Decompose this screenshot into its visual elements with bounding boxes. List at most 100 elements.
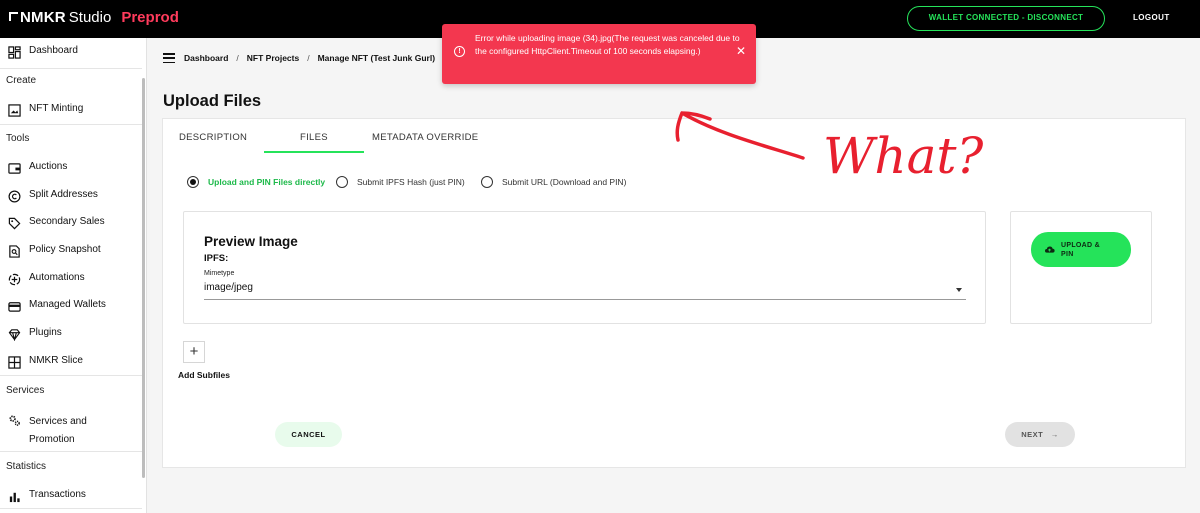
radio-selected-icon[interactable] bbox=[187, 176, 199, 188]
tab-metadata-override[interactable]: METADATA OVERRIDE bbox=[372, 132, 478, 143]
page-title: Upload Files bbox=[163, 92, 262, 110]
close-icon[interactable]: ✕ bbox=[736, 45, 746, 58]
sidebar-item-dashboard[interactable]: Dashboard bbox=[0, 45, 140, 59]
tab-description[interactable]: DESCRIPTION bbox=[179, 132, 247, 143]
radio-label: Submit URL (Download and PIN) bbox=[502, 177, 627, 187]
upload-label-line2: PIN bbox=[1061, 250, 1074, 258]
dropdown-caret-icon bbox=[956, 288, 962, 292]
wallet-disconnect-button[interactable]: WALLET CONNECTED - DISCONNECT bbox=[907, 6, 1105, 31]
upload-label-line1: UPLOAD & bbox=[1061, 241, 1100, 249]
upload-button-label: UPLOAD & PIN bbox=[1061, 241, 1100, 259]
radio-submit-url[interactable]: Submit URL (Download and PIN) bbox=[481, 176, 626, 188]
automation-icon bbox=[7, 272, 21, 286]
radio-submit-ipfs-hash[interactable]: Submit IPFS Hash (just PIN) bbox=[336, 176, 465, 188]
sidebar-item-label: Dashboard bbox=[29, 45, 78, 56]
sidebar-item-label: Transactions bbox=[29, 489, 86, 500]
breadcrumb-separator: / bbox=[236, 53, 239, 63]
sidebar-item-managed-wallets[interactable]: Managed Wallets bbox=[0, 299, 140, 313]
breadcrumb: Dashboard / NFT Projects / Manage NFT (T… bbox=[163, 53, 435, 63]
annotation-text: What? bbox=[823, 127, 984, 185]
copyright-icon bbox=[7, 189, 21, 203]
preview-title: Preview Image bbox=[204, 234, 298, 249]
sidebar-item-automations[interactable]: Automations bbox=[0, 272, 140, 286]
brand-name: NMKR bbox=[20, 9, 66, 26]
radio-upload-and-pin[interactable]: Upload and PIN Files directly bbox=[187, 176, 325, 188]
sidebar-item-secondary-sales[interactable]: Secondary Sales bbox=[0, 216, 140, 230]
cloud-upload-icon bbox=[1044, 246, 1055, 253]
radio-label: Submit IPFS Hash (just PIN) bbox=[357, 177, 465, 187]
mimetype-label: Mimetype bbox=[204, 270, 235, 277]
error-icon: ! bbox=[454, 46, 465, 57]
services-label-line2: Promotion bbox=[29, 434, 75, 445]
error-toast: ! Error while uploading image (34).jpg(T… bbox=[442, 24, 756, 84]
upload-and-pin-button[interactable]: UPLOAD & PIN bbox=[1031, 232, 1131, 267]
brand-logo[interactable]: NMKR Studio Preprod bbox=[9, 9, 179, 26]
sidebar: Dashboard Create NFT Minting Tools Aucti… bbox=[0, 38, 147, 513]
sidebar-item-split-addresses[interactable]: Split Addresses bbox=[0, 189, 140, 203]
grid-icon bbox=[7, 355, 21, 369]
sidebar-item-transactions[interactable]: Transactions bbox=[0, 489, 140, 503]
radio-unselected-icon[interactable] bbox=[336, 176, 348, 188]
add-subfile-button[interactable]: + bbox=[183, 341, 205, 363]
arrow-right-icon: → bbox=[1050, 430, 1059, 439]
sidebar-item-nft-minting[interactable]: NFT Minting bbox=[0, 103, 140, 117]
radio-unselected-icon[interactable] bbox=[481, 176, 493, 188]
hamburger-menu-icon[interactable] bbox=[163, 53, 175, 63]
sidebar-divider bbox=[0, 68, 142, 69]
sidebar-divider bbox=[0, 124, 142, 125]
services-label-line1: Services and bbox=[29, 416, 87, 427]
nmkr-logo-icon bbox=[9, 12, 18, 21]
tag-icon bbox=[7, 216, 21, 230]
wallet-icon bbox=[7, 161, 21, 175]
mimetype-value: image/jpeg bbox=[204, 282, 253, 293]
sidebar-scrollbar[interactable] bbox=[142, 78, 145, 478]
error-message: Error while uploading image (34).jpg(The… bbox=[475, 33, 740, 56]
breadcrumb-manage-nft[interactable]: Manage NFT (Test Junk Gurl) bbox=[318, 53, 435, 63]
sidebar-item-label: Automations bbox=[29, 272, 85, 283]
brand-product: Studio bbox=[68, 9, 112, 26]
sidebar-item-label: Policy Snapshot bbox=[29, 244, 101, 255]
environment-label: Preprod bbox=[121, 9, 179, 26]
diamond-icon bbox=[7, 327, 21, 341]
gears-icon bbox=[7, 413, 21, 427]
next-label: NEXT bbox=[1021, 430, 1044, 439]
next-button[interactable]: NEXT → bbox=[1005, 422, 1075, 447]
sidebar-item-label: NFT Minting bbox=[29, 103, 84, 114]
sidebar-item-label: Auctions bbox=[29, 161, 68, 172]
card-icon bbox=[7, 299, 21, 313]
preview-panel: Preview Image IPFS: Mimetype image/jpeg bbox=[183, 211, 986, 324]
bar-chart-icon bbox=[7, 489, 21, 503]
sidebar-section-create: Create bbox=[6, 75, 37, 86]
image-icon bbox=[7, 103, 21, 117]
sidebar-section-services: Services bbox=[6, 385, 45, 396]
sidebar-divider bbox=[0, 508, 142, 509]
sidebar-divider bbox=[0, 451, 142, 452]
sidebar-item-label: Secondary Sales bbox=[29, 216, 105, 227]
sidebar-item-auctions[interactable]: Auctions bbox=[0, 161, 140, 175]
breadcrumb-nft-projects[interactable]: NFT Projects bbox=[247, 53, 299, 63]
cancel-button[interactable]: CANCEL bbox=[275, 422, 342, 447]
logout-button[interactable]: LOGOUT bbox=[1133, 13, 1170, 22]
add-subfiles-label: Add Subfiles bbox=[178, 370, 230, 380]
radio-label: Upload and PIN Files directly bbox=[208, 177, 326, 187]
sidebar-item-label: Split Addresses bbox=[29, 189, 98, 200]
sidebar-section-statistics: Statistics bbox=[6, 461, 47, 472]
handwritten-annotation: What? bbox=[675, 111, 984, 185]
sidebar-item-nmkr-slice[interactable]: NMKR Slice bbox=[0, 355, 140, 369]
sidebar-item-plugins[interactable]: Plugins bbox=[0, 327, 140, 341]
breadcrumb-separator: / bbox=[307, 53, 310, 63]
ipfs-label: IPFS: bbox=[204, 253, 229, 264]
annotation-arrow bbox=[675, 111, 805, 160]
mimetype-select[interactable]: image/jpeg bbox=[204, 282, 966, 300]
sidebar-item-services-and-promotion[interactable]: Services and Promotion bbox=[0, 413, 140, 449]
tab-files[interactable]: FILES bbox=[300, 132, 328, 143]
breadcrumb-dashboard[interactable]: Dashboard bbox=[184, 53, 228, 63]
sidebar-section-tools: Tools bbox=[6, 133, 30, 144]
upload-panel: UPLOAD & PIN bbox=[1010, 211, 1152, 324]
sidebar-item-policy-snapshot[interactable]: Policy Snapshot bbox=[0, 244, 140, 258]
sidebar-item-label: Managed Wallets bbox=[29, 299, 106, 310]
sidebar-item-label: Plugins bbox=[29, 327, 62, 338]
active-tab-indicator bbox=[264, 151, 364, 153]
sidebar-item-label: Services and Promotion bbox=[29, 413, 87, 449]
sidebar-divider bbox=[0, 375, 142, 376]
